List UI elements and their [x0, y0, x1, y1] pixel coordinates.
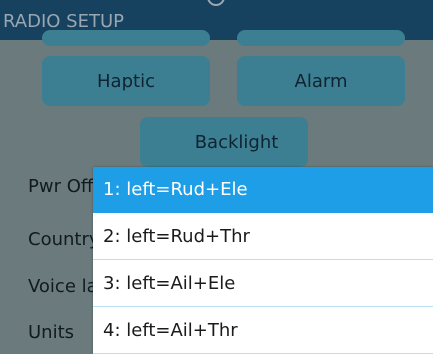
backlight-button[interactable]: Backlight: [140, 117, 308, 167]
header-tab-notch-icon: [207, 0, 225, 6]
dropdown-option-2[interactable]: 2: left=Rud+Thr: [93, 214, 433, 260]
hidden-top-left-button[interactable]: [42, 30, 210, 46]
country-label: Country: [28, 229, 100, 250]
haptic-button[interactable]: Haptic: [42, 56, 210, 106]
dropdown-option-1[interactable]: 1: left=Rud+Ele: [93, 167, 433, 213]
page-title: RADIO SETUP: [3, 11, 124, 32]
radio-setup-screen: RADIO SETUP Haptic Alarm Backlight Pwr O…: [0, 0, 433, 354]
hidden-top-right-button[interactable]: [237, 30, 405, 46]
dropdown-option-4[interactable]: 4: left=Ail+Thr: [93, 308, 433, 354]
stick-mode-dropdown: 1: left=Rud+Ele 2: left=Rud+Thr 3: left=…: [93, 167, 433, 354]
dropdown-option-3[interactable]: 3: left=Ail+Ele: [93, 261, 433, 307]
pwr-off-label: Pwr Off: [28, 176, 94, 197]
alarm-button[interactable]: Alarm: [237, 56, 405, 106]
units-label: Units: [28, 322, 75, 343]
voice-language-label: Voice la: [28, 276, 98, 297]
